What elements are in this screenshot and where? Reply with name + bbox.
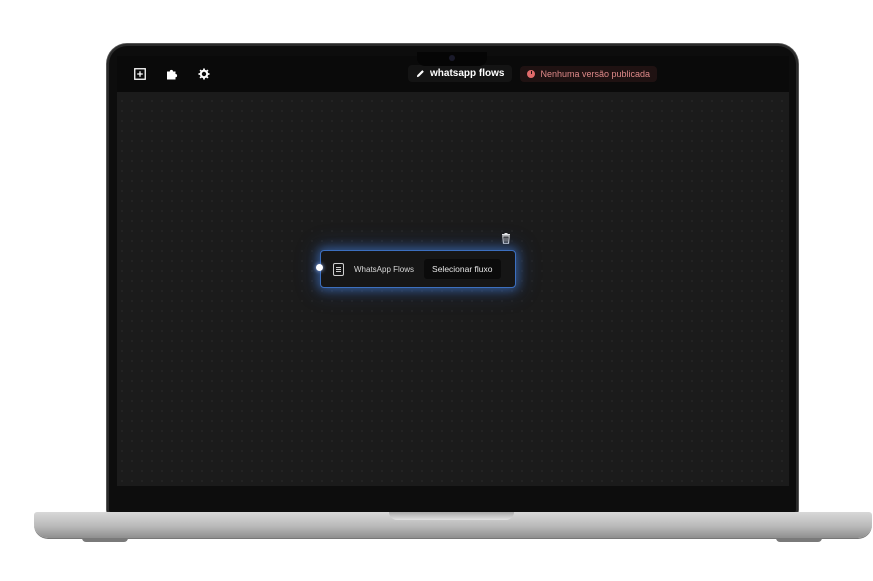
pencil-icon — [416, 70, 424, 78]
flow-name-button[interactable]: whatsapp flows — [408, 65, 513, 82]
trash-icon[interactable] — [501, 232, 511, 244]
alert-icon — [527, 69, 536, 78]
flow-name-label: whatsapp flows — [430, 68, 505, 79]
flow-header: whatsapp flows Nenhuma versão publicada — [408, 65, 658, 82]
node-title: WhatsApp Flows — [354, 264, 415, 274]
clipboard-icon — [333, 262, 344, 276]
laptop-foot-left — [82, 538, 128, 542]
status-badge: Nenhuma versão publicada — [520, 65, 658, 82]
toolbar-actions — [133, 67, 211, 81]
laptop-camera — [449, 55, 455, 61]
laptop-base-notch — [389, 512, 514, 520]
add-square-icon[interactable] — [133, 67, 147, 81]
gear-icon[interactable] — [197, 67, 211, 81]
laptop-foot-right — [776, 538, 822, 542]
app-screen: whatsapp flows Nenhuma versão publicada … — [117, 56, 789, 486]
puzzle-icon[interactable] — [165, 67, 179, 81]
select-flow-dropdown[interactable]: Selecionar fluxo — [424, 259, 501, 279]
status-text: Nenhuma versão publicada — [540, 68, 651, 79]
node-input-handle[interactable] — [316, 264, 323, 271]
whatsapp-flows-node[interactable]: WhatsApp Flows Selecionar fluxo — [316, 250, 516, 288]
